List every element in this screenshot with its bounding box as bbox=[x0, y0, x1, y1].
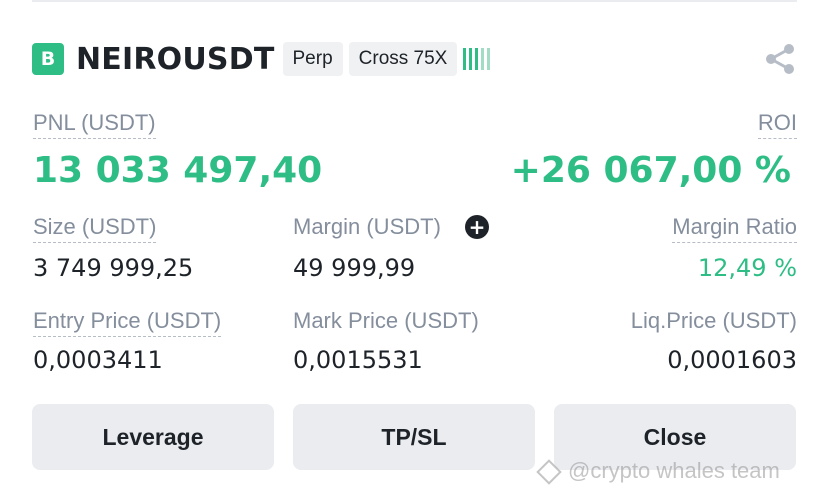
mark-price-label: Mark Price (USDT) bbox=[293, 308, 479, 333]
pnl-value: 13 033 497,40 bbox=[33, 150, 323, 191]
symbol-title[interactable]: NEIROUSDT bbox=[76, 42, 275, 77]
size-value: 3 749 999,25 bbox=[33, 254, 194, 282]
margin-ratio-value: 12,49 % bbox=[697, 254, 797, 282]
add-margin-icon[interactable]: + bbox=[465, 215, 489, 239]
roi-value: +26 067,00 % bbox=[510, 150, 791, 191]
size-label[interactable]: Size (USDT) bbox=[33, 214, 157, 243]
margin-label: Margin (USDT) bbox=[293, 214, 441, 239]
margin-value: 49 999,99 bbox=[293, 254, 416, 282]
watermark-logo-icon bbox=[536, 459, 562, 485]
liq-price-value: 0,0001603 bbox=[667, 346, 797, 374]
position-header: B NEIROUSDT Perp Cross 75X bbox=[32, 42, 797, 77]
leverage-button[interactable]: Leverage bbox=[32, 404, 274, 470]
margin-mode-tag[interactable]: Cross 75X bbox=[348, 42, 458, 76]
share-icon[interactable] bbox=[763, 42, 797, 76]
entry-price-label[interactable]: Entry Price (USDT) bbox=[33, 308, 222, 337]
liq-price-label: Liq.Price (USDT) bbox=[630, 308, 797, 333]
binance-badge-icon: B bbox=[32, 43, 64, 75]
margin-level-bars-icon bbox=[463, 48, 491, 70]
margin-ratio-label[interactable]: Margin Ratio bbox=[672, 214, 797, 243]
watermark: @crypto whales team bbox=[536, 458, 780, 485]
perp-tag: Perp bbox=[282, 42, 343, 76]
mark-price-value: 0,0015531 bbox=[293, 346, 423, 374]
top-divider bbox=[32, 0, 797, 2]
pnl-label[interactable]: PNL (USDT) bbox=[33, 110, 156, 139]
roi-label[interactable]: ROI bbox=[757, 110, 797, 139]
tpsl-button[interactable]: TP/SL bbox=[293, 404, 535, 470]
entry-price-value: 0,0003411 bbox=[33, 346, 163, 374]
